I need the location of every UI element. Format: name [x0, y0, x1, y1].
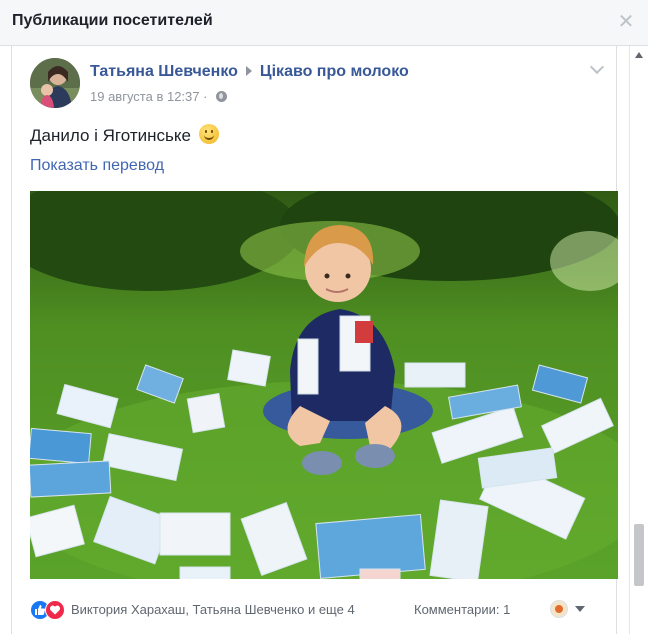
scrollbar-thumb[interactable] — [634, 524, 644, 586]
globe-icon[interactable] — [216, 91, 228, 102]
love-reaction-icon[interactable] — [45, 600, 65, 620]
post-options-chevron-icon[interactable] — [589, 59, 605, 75]
arrow-right-icon — [245, 66, 252, 77]
visitor-posts-dialog: Публикации посетителей ✕ Татьяна Шевченк… — [0, 0, 648, 634]
post-message: Данило і Яготинське — [30, 126, 191, 145]
smile-emoji-icon — [198, 124, 219, 144]
photo-image — [30, 191, 618, 579]
author-name-link[interactable]: Татьяна Шевченко — [90, 63, 238, 80]
dialog-title: Публикации посетителей — [12, 12, 213, 29]
post-photo[interactable] — [30, 191, 618, 579]
post-footer: Виктория Харахаш, Татьяна Шевченко и еще… — [30, 600, 600, 620]
post-card: Татьяна Шевченко Цікаво про молоко 19 авг… — [11, 46, 618, 634]
comments-count-link[interactable]: Комментарии: 1 — [414, 602, 510, 617]
caret-down-icon[interactable] — [575, 606, 585, 612]
reactors-link[interactable]: Виктория Харахаш, Татьяна Шевченко и еще… — [71, 602, 355, 617]
scrollbar[interactable] — [629, 46, 648, 634]
show-translation-link[interactable]: Показать перевод — [30, 157, 164, 175]
timestamp-link[interactable]: 19 августа в 12:37 — [90, 89, 200, 104]
post-text: Данило і Яготинське — [30, 124, 219, 146]
meta-separator: · — [203, 89, 208, 104]
page-avatar-icon[interactable] — [550, 600, 568, 618]
author-line: Татьяна Шевченко Цікаво про молоко — [90, 63, 409, 81]
author-avatar[interactable] — [30, 58, 80, 108]
target-page-link[interactable]: Цікаво про молоко — [260, 63, 409, 80]
dialog-header: Публикации посетителей ✕ — [0, 0, 648, 46]
post-meta: 19 августа в 12:37 · — [90, 89, 228, 104]
close-icon[interactable]: ✕ — [616, 12, 636, 32]
scroll-up-icon[interactable] — [635, 52, 643, 58]
avatar-photo — [30, 58, 80, 108]
